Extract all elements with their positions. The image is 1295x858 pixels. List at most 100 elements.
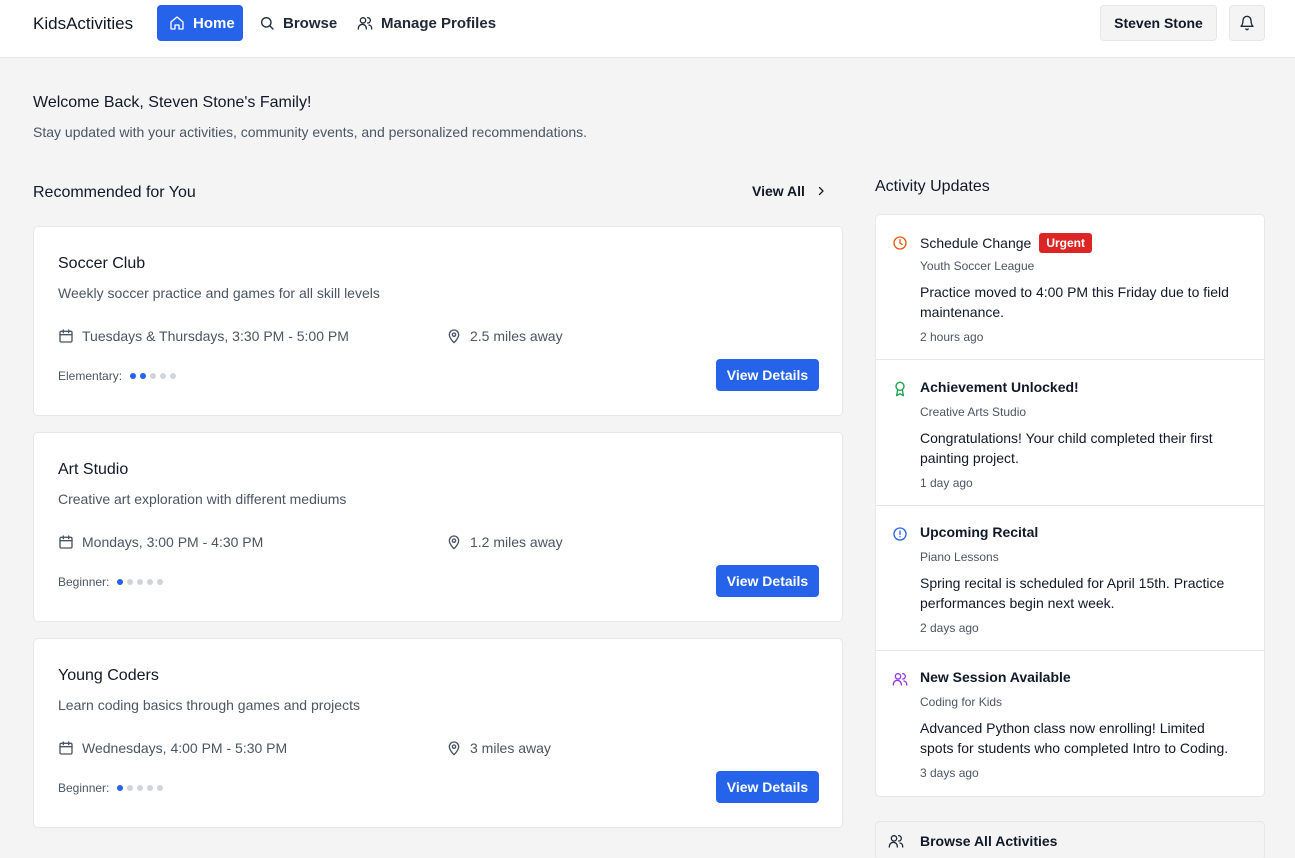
update-header: Schedule Change Urgent bbox=[920, 233, 1092, 253]
map-pin-icon bbox=[446, 328, 462, 344]
skill-level-dots bbox=[130, 373, 177, 379]
activity-schedule: Tuesdays & Thursdays, 3:30 PM - 5:00 PM bbox=[58, 328, 349, 344]
update-organization: Creative Arts Studio bbox=[920, 405, 1027, 419]
urgent-badge: Urgent bbox=[1039, 233, 1092, 253]
distance-text: 2.5 miles away bbox=[470, 328, 563, 344]
activity-title: Young Coders bbox=[58, 667, 159, 684]
nav-browse[interactable]: Browse bbox=[247, 5, 349, 41]
nav-manage-profiles[interactable]: Manage Profiles bbox=[345, 5, 508, 41]
activity-description: Creative art exploration with different … bbox=[58, 491, 347, 507]
update-message: Spring recital is scheduled for April 15… bbox=[920, 575, 1225, 611]
activity-title: Art Studio bbox=[58, 461, 129, 478]
activity-schedule: Mondays, 3:00 PM - 4:30 PM bbox=[58, 534, 263, 550]
update-timestamp: 3 days ago bbox=[920, 766, 979, 780]
update-organization: Coding for Kids bbox=[920, 695, 1003, 709]
skill-level-dots bbox=[117, 579, 164, 585]
activity-schedule: Wednesdays, 4:00 PM - 5:30 PM bbox=[58, 740, 287, 756]
update-header: Achievement Unlocked! bbox=[920, 379, 1079, 395]
activity-updates-panel: Schedule Change Urgent Youth Soccer Leag… bbox=[875, 214, 1265, 797]
skill-level-dot bbox=[157, 785, 164, 791]
update-title: Upcoming Recital bbox=[920, 524, 1039, 540]
update-message: Practice moved to 4:00 PM this Friday du… bbox=[920, 284, 1229, 320]
activity-card: Art Studio Creative art exploration with… bbox=[33, 432, 843, 622]
skill-level-dot bbox=[127, 785, 134, 791]
update-title: Achievement Unlocked! bbox=[920, 379, 1079, 395]
skill-level: Beginner: bbox=[58, 575, 164, 589]
update-header: Upcoming Recital bbox=[920, 524, 1038, 540]
update-message: Congratulations! Your child completed th… bbox=[920, 430, 1213, 466]
nav-home[interactable]: Home bbox=[157, 5, 243, 41]
skill-level-dot bbox=[130, 373, 137, 379]
update-timestamp: 2 hours ago bbox=[920, 330, 984, 344]
skill-level-label: Beginner: bbox=[58, 575, 110, 589]
search-icon bbox=[259, 15, 275, 31]
chevron-right-icon bbox=[815, 185, 827, 197]
activity-description: Learn coding basics through games and pr… bbox=[58, 697, 360, 713]
update-message: Advanced Python class now enrolling! Lim… bbox=[920, 720, 1229, 756]
skill-level-label: Elementary: bbox=[58, 369, 123, 383]
skill-level-dot bbox=[127, 579, 134, 585]
map-pin-icon bbox=[446, 534, 462, 550]
update-title: New Session Available bbox=[920, 669, 1071, 685]
top-navigation-bar: KidsActivities Home Browse Manage Profil… bbox=[0, 0, 1295, 58]
clock-icon bbox=[892, 235, 908, 251]
activity-updates-heading: Activity Updates bbox=[875, 178, 990, 195]
activity-distance: 2.5 miles away bbox=[446, 328, 563, 344]
activity-card: Young Coders Learn coding basics through… bbox=[33, 638, 843, 828]
bell-icon bbox=[1239, 15, 1255, 31]
user-menu-button[interactable]: Steven Stone bbox=[1100, 5, 1217, 41]
skill-level: Elementary: bbox=[58, 369, 177, 383]
map-pin-icon bbox=[446, 740, 462, 756]
brand-logo[interactable]: KidsActivities bbox=[33, 14, 133, 34]
view-details-button[interactable]: View Details bbox=[716, 565, 819, 597]
activity-distance: 1.2 miles away bbox=[446, 534, 563, 550]
nav-browse-label: Browse bbox=[283, 14, 338, 32]
skill-level-dot bbox=[147, 785, 154, 791]
update-timestamp: 1 day ago bbox=[920, 476, 973, 490]
schedule-text: Mondays, 3:00 PM - 4:30 PM bbox=[82, 534, 264, 550]
update-organization: Piano Lessons bbox=[920, 550, 999, 564]
schedule-text: Tuesdays & Thursdays, 3:30 PM - 5:00 PM bbox=[82, 328, 349, 344]
view-details-button[interactable]: View Details bbox=[716, 771, 819, 803]
alert-circle-icon bbox=[892, 526, 908, 542]
activity-distance: 3 miles away bbox=[446, 740, 551, 756]
users-icon bbox=[357, 15, 373, 31]
skill-level-dot bbox=[157, 579, 164, 585]
welcome-heading: Welcome Back, Steven Stone's Family! bbox=[33, 94, 312, 111]
nav-profiles-label: Manage Profiles bbox=[381, 14, 497, 32]
calendar-icon bbox=[58, 328, 74, 344]
users-icon bbox=[892, 671, 908, 687]
award-icon bbox=[892, 381, 908, 397]
update-item[interactable]: Upcoming Recital Piano Lessons Spring re… bbox=[876, 506, 1264, 651]
welcome-subtitle: Stay updated with your activities, commu… bbox=[33, 124, 588, 140]
update-item[interactable]: Achievement Unlocked! Creative Arts Stud… bbox=[876, 361, 1264, 506]
skill-level: Beginner: bbox=[58, 781, 164, 795]
skill-level-dot bbox=[150, 373, 157, 379]
update-organization: Youth Soccer League bbox=[920, 259, 1035, 273]
activity-title: Soccer Club bbox=[58, 255, 146, 272]
view-all-label: View All bbox=[752, 183, 805, 199]
update-timestamp: 2 days ago bbox=[920, 621, 979, 635]
distance-text: 3 miles away bbox=[470, 740, 551, 756]
skill-level-label: Beginner: bbox=[58, 781, 110, 795]
calendar-icon bbox=[58, 740, 74, 756]
skill-level-dot bbox=[160, 373, 167, 379]
calendar-icon bbox=[58, 534, 74, 550]
notifications-button[interactable] bbox=[1229, 5, 1265, 41]
skill-level-dot bbox=[117, 579, 124, 585]
view-all-link[interactable]: View All bbox=[752, 183, 827, 199]
activity-card: Soccer Club Weekly soccer practice and g… bbox=[33, 226, 843, 416]
browse-all-activities-button[interactable]: Browse All Activities bbox=[875, 821, 1265, 858]
distance-text: 1.2 miles away bbox=[470, 534, 563, 550]
users-icon bbox=[888, 833, 904, 849]
update-item[interactable]: Schedule Change Urgent Youth Soccer Leag… bbox=[876, 215, 1264, 360]
update-item[interactable]: New Session Available Coding for Kids Ad… bbox=[876, 651, 1264, 796]
recommended-heading: Recommended for You bbox=[33, 184, 196, 201]
skill-level-dot bbox=[117, 785, 124, 791]
view-details-button[interactable]: View Details bbox=[716, 359, 819, 391]
schedule-text: Wednesdays, 4:00 PM - 5:30 PM bbox=[82, 740, 288, 756]
skill-level-dot bbox=[170, 373, 177, 379]
update-header: New Session Available bbox=[920, 669, 1071, 685]
skill-level-dot bbox=[140, 373, 147, 379]
skill-level-dots bbox=[117, 785, 164, 791]
